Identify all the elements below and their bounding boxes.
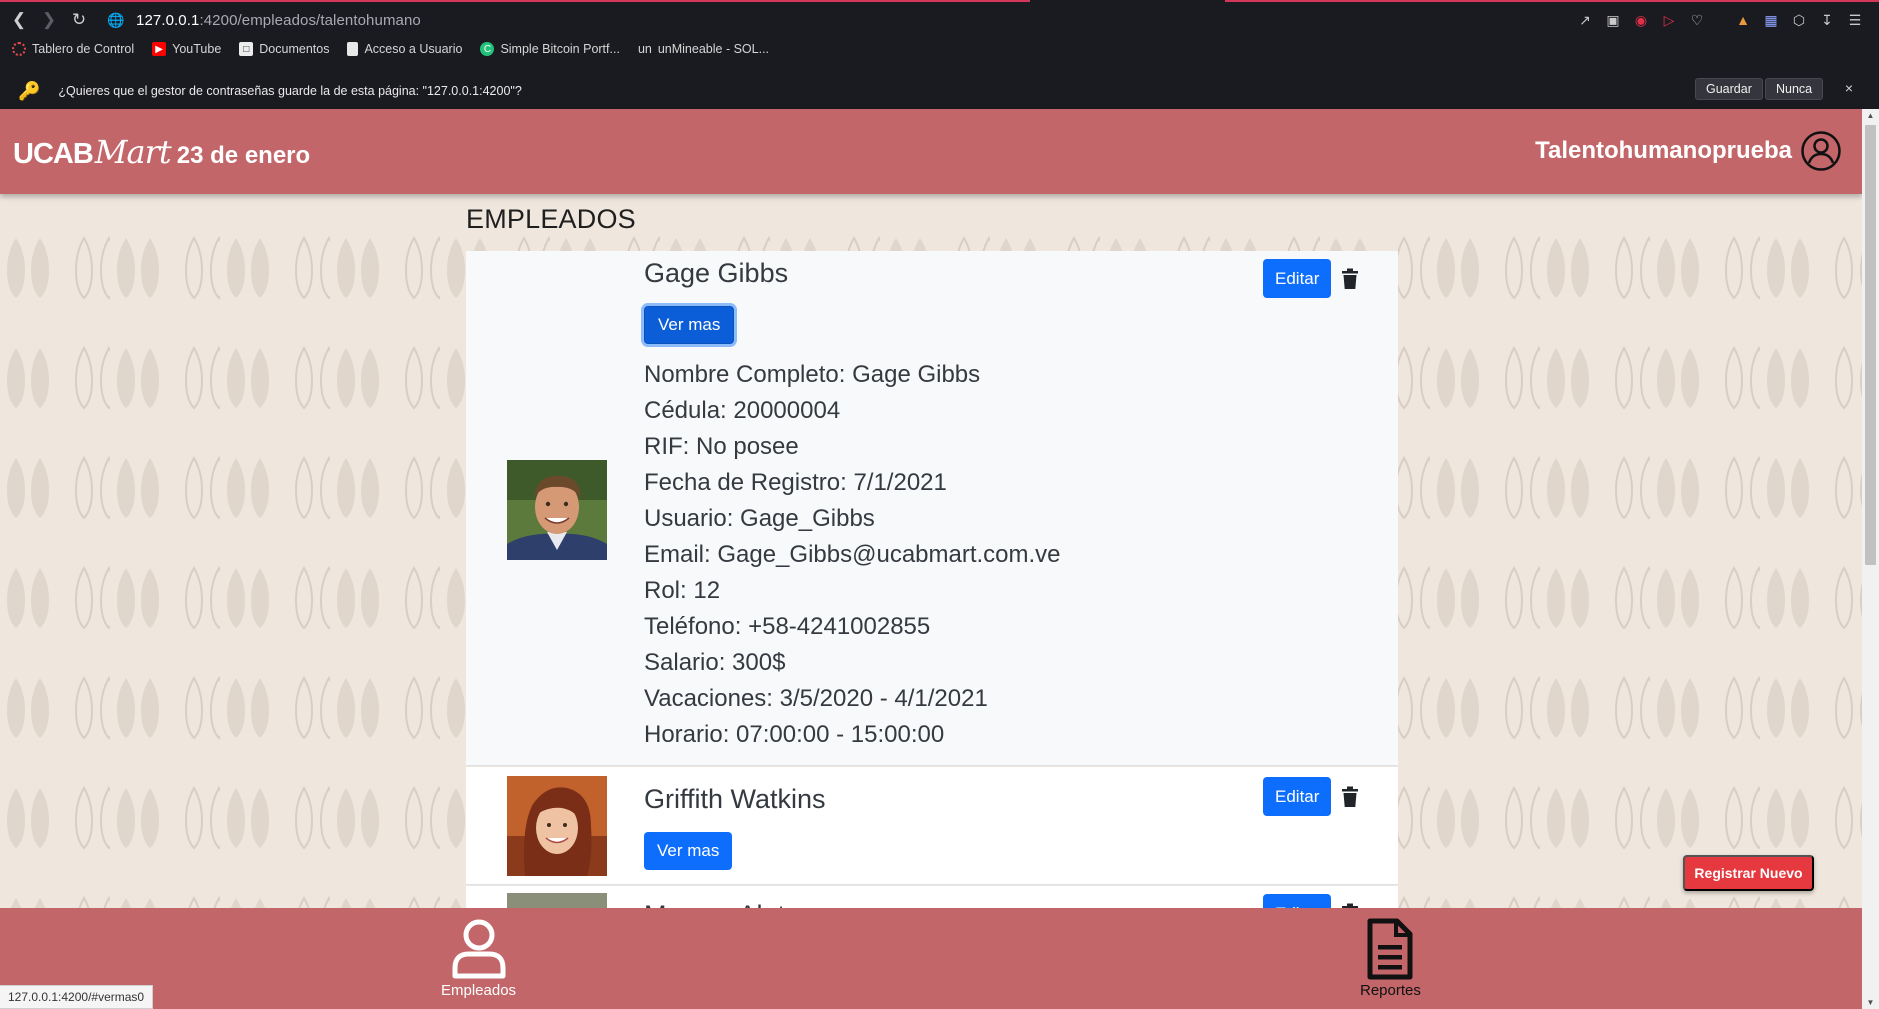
header-date: 23 de enero	[176, 141, 311, 169]
password-prompt-bar: 🔑 ¿Quieres que el gestor de contraseñas …	[0, 78, 1879, 104]
bookmark-label: Documentos	[259, 42, 330, 56]
bookmark-item[interactable]: Tablero de Control	[12, 42, 134, 56]
employee-photo	[507, 776, 607, 876]
chromium-icon	[12, 42, 26, 56]
bookmark-item[interactable]: Acceso a Usuario	[347, 42, 462, 56]
employee-name: Gage Gibbs	[644, 258, 789, 288]
site-info-icon[interactable]: 🌐	[104, 12, 128, 29]
download-icon[interactable]: ↧	[1815, 8, 1839, 32]
app-header: UCAB Mart 23 de enero Talentohumanoprueb…	[0, 109, 1862, 194]
edit-button[interactable]: Editar	[1263, 259, 1332, 298]
brand-mart: Mart	[94, 132, 172, 171]
trash-icon[interactable]	[1340, 268, 1360, 290]
detail-full-name: Nombre Completo: Gage Gibbs	[644, 361, 981, 388]
bookmark-item[interactable]: □ Documentos	[239, 42, 329, 56]
bookmark-label: YouTube	[172, 42, 222, 56]
bottom-nav: Empleados Reportes	[0, 908, 1862, 1009]
view-more-button[interactable]: Ver mas	[644, 832, 733, 870]
trash-icon[interactable]	[1340, 786, 1360, 808]
address-bar[interactable]: 127.0.0.1:4200/empleados/talentohumano	[136, 12, 421, 29]
page-title: EMPLEADOS	[466, 204, 636, 234]
camera-icon[interactable]: ▣	[1601, 8, 1625, 32]
key-icon: 🔑	[18, 80, 41, 101]
user-menu[interactable]: Talentohumanoprueba	[1535, 130, 1842, 172]
employee-card: Marcus Alato Editar	[466, 886, 1398, 908]
url-path: :4200/empleados/talentohumano	[199, 11, 421, 29]
metamask-icon[interactable]: ▲	[1731, 8, 1755, 32]
nav-label-empleados: Empleados	[441, 982, 517, 999]
bookmark-label: un	[637, 42, 652, 56]
link-status-bar: 127.0.0.1:4200/#vermas0	[0, 985, 154, 1009]
bookmark-label: Simple Bitcoin Portf...	[500, 42, 620, 56]
document-icon	[1367, 918, 1413, 980]
loading-indicator-secondary	[1225, 0, 1879, 2]
employee-name: Griffith Watkins	[644, 784, 826, 814]
brand-logo[interactable]: UCAB Mart 23 de enero	[13, 133, 310, 171]
play-icon[interactable]: ▷	[1657, 8, 1681, 32]
bookmark-label: Tablero de Control	[32, 42, 135, 56]
user-avatar-icon[interactable]	[1800, 130, 1842, 172]
register-new-button[interactable]: Registrar Nuevo	[1683, 855, 1814, 891]
bookmark-label: unMineable - SOL...	[657, 42, 770, 56]
share-icon[interactable]: ↗	[1573, 8, 1597, 32]
detail-email: Email: Gage_Gibbs@ucabmart.com.ve	[644, 541, 1061, 568]
nav-item-reportes[interactable]: Reportes	[1360, 918, 1421, 999]
forward-icon[interactable]: ❯	[34, 8, 64, 32]
employee-card: Gage Gibbs Ver mas Editar Nombre Complet…	[466, 251, 1398, 766]
bookmark-label: Acceso a Usuario	[364, 42, 463, 56]
nav-item-empleados[interactable]: Empleados	[441, 918, 516, 999]
coin-icon: C	[480, 42, 495, 56]
detail-rif: RIF: No posee	[644, 433, 799, 460]
nav-label-reportes: Reportes	[1360, 982, 1421, 999]
bookmark-item[interactable]: C Simple Bitcoin Portf...	[480, 42, 620, 56]
page-scrollbar[interactable]: ▲ ▼	[1862, 109, 1879, 1009]
file-icon	[347, 42, 359, 56]
bookmark-item[interactable]: ▶ YouTube	[152, 42, 221, 56]
detail-schedule: Horario: 07:00:00 - 15:00:00	[644, 721, 945, 748]
extensions-toolbar: ↗ ▣ ◉ ▷ ♡ ▲ ▦ ⬡ ↧ ☰	[1573, 8, 1867, 32]
menu-icon[interactable]: ☰	[1843, 8, 1867, 32]
reload-icon[interactable]: ↻	[64, 8, 94, 32]
cube-icon[interactable]: ⬡	[1787, 8, 1811, 32]
youtube-icon: ▶	[152, 42, 167, 56]
shield-icon[interactable]: ◉	[1629, 8, 1653, 32]
browser-chrome: ❮ ❯ ↻ 🌐 127.0.0.1:4200/empleados/talento…	[0, 0, 1879, 109]
employee-card: Griffith Watkins Ver mas Editar	[466, 767, 1398, 885]
employee-details: Nombre Completo: Gage Gibbs Cédula: 2000…	[644, 357, 1061, 753]
employee-name: Marcus Alato	[644, 900, 800, 908]
scroll-up-icon[interactable]: ▲	[1862, 111, 1879, 120]
detail-phone: Teléfono: +58-4241002855	[644, 613, 931, 640]
employee-list: Gage Gibbs Ver mas Editar Nombre Complet…	[466, 251, 1398, 908]
edit-button[interactable]: Editar	[1263, 894, 1332, 908]
heart-icon[interactable]: ♡	[1685, 8, 1709, 32]
close-icon[interactable]: ×	[1845, 80, 1853, 96]
detail-salary: Salario: 300$	[644, 649, 786, 676]
extension-icon[interactable]: ▦	[1759, 8, 1783, 32]
detail-registration-date: Fecha de Registro: 7/1/2021	[644, 469, 947, 496]
edit-button[interactable]: Editar	[1263, 777, 1332, 816]
bookmarks-bar: Tablero de Control ▶ YouTube □ Documentos …	[12, 42, 769, 56]
view-more-button[interactable]: Ver mas	[644, 306, 735, 344]
person-icon	[452, 919, 506, 979]
detail-username: Usuario: Gage_Gibbs	[644, 505, 875, 532]
detail-id: Cédula: 20000004	[644, 397, 841, 424]
employee-photo	[507, 460, 607, 560]
password-prompt-text: ¿Quieres que el gestor de contraseñas gu…	[58, 84, 522, 98]
scrollbar-thumb[interactable]	[1865, 125, 1876, 565]
loading-indicator	[0, 0, 1030, 2]
brand-ucab: UCAB	[13, 137, 94, 170]
detail-vacation: Vacaciones: 3/5/2020 - 4/1/2021	[644, 685, 988, 712]
detail-role: Rol: 12	[644, 577, 721, 604]
document-icon: □	[239, 42, 254, 56]
bookmark-item[interactable]: un unMineable - SOL...	[638, 42, 769, 56]
never-save-button[interactable]: Nunca	[1765, 78, 1824, 100]
scroll-down-icon[interactable]: ▼	[1862, 998, 1879, 1007]
back-icon[interactable]: ❮	[4, 8, 34, 32]
username: Talentohumanoprueba	[1535, 137, 1792, 164]
url-host: 127.0.0.1	[136, 11, 200, 29]
save-password-button[interactable]: Guardar	[1695, 78, 1763, 100]
employee-photo	[507, 893, 607, 908]
